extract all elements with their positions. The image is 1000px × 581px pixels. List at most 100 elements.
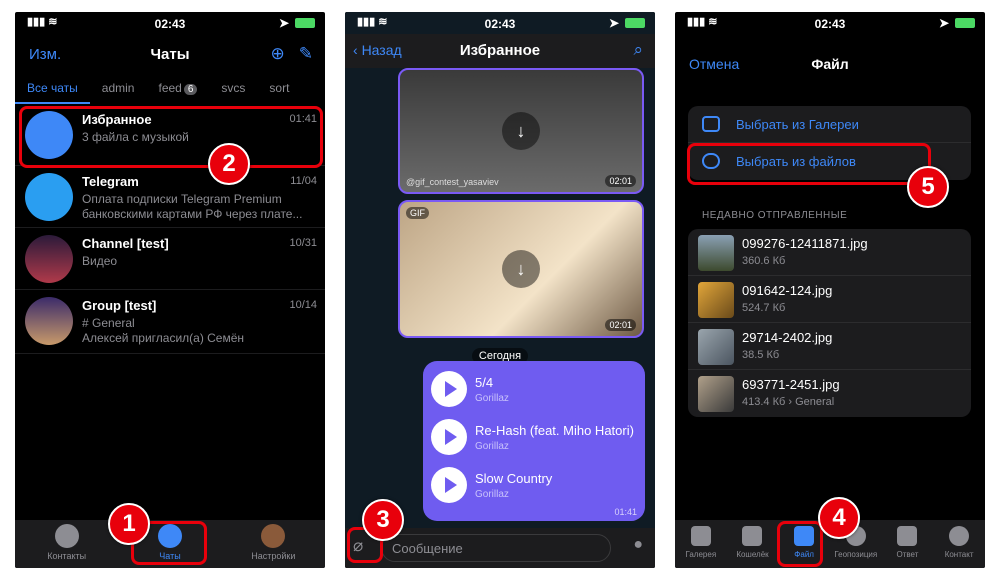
battery-icon — [625, 18, 645, 28]
chat-name: Group [test] — [82, 298, 157, 313]
play-icon[interactable] — [431, 419, 467, 455]
page-title: Избранное — [459, 42, 541, 59]
highlight-saved-chat — [19, 106, 323, 168]
attach-label: Галерея — [685, 550, 717, 559]
contact-icon — [949, 526, 970, 546]
audio-track[interactable]: 5/4 Gorillaz — [431, 371, 641, 411]
track-artist: Gorillaz — [475, 393, 509, 404]
step-marker: 3 — [362, 499, 404, 541]
chat-item-group[interactable]: Group [test] 10/14 # General Алексей при… — [15, 290, 325, 354]
media-message[interactable]: ↓ @gif_contest_yasaviev 02:01 — [398, 68, 644, 194]
chat-date: 10/14 — [289, 299, 317, 311]
download-icon[interactable]: ↓ — [502, 250, 540, 288]
header: Изм. Чаты ⊕ ✎ — [15, 42, 325, 72]
music-message: 5/4 Gorillaz Re-Hash (feat. Miho Hatori)… — [423, 361, 645, 521]
file-item[interactable]: 693771-2451.jpg 413.4 Кб › General — [688, 370, 971, 417]
phone-file-picker: ▮▮▮ ≋ 02:43 ➤ Отмена Файл Выбрать из Гал… — [675, 12, 985, 568]
attach-label: Ответ — [896, 550, 919, 559]
attach-gallery[interactable]: Галерея — [675, 520, 726, 568]
message-time: 02:01 — [605, 175, 636, 187]
page-title: Файл — [811, 56, 849, 72]
tab-feed-label: feed — [158, 81, 182, 95]
message-time: 02:01 — [605, 319, 636, 331]
file-item[interactable]: 091642-124.jpg 524.7 Кб — [688, 276, 971, 323]
chat-name: Channel [test] — [82, 236, 169, 251]
file-thumbnail — [698, 376, 734, 412]
status-bar: ▮▮▮ ≋ 02:43 ➤ — [15, 12, 325, 34]
file-item[interactable]: 29714-2402.jpg 38.5 Кб — [688, 323, 971, 370]
battery-icon — [955, 18, 975, 28]
phone-chats-list: ▮▮▮ ≋ 02:43 ➤ Изм. Чаты ⊕ ✎ Все чаты admi… — [15, 12, 325, 568]
message-input[interactable]: Сообщение — [381, 534, 611, 562]
tab-settings[interactable]: Настройки — [235, 520, 313, 568]
chat-item-channel[interactable]: Channel [test] 10/31 Видео — [15, 228, 325, 290]
play-icon[interactable] — [431, 371, 467, 407]
tab-sort[interactable]: sort — [257, 78, 301, 104]
menu-label: Выбрать из Галереи — [736, 117, 859, 132]
tab-admin[interactable]: admin — [90, 78, 147, 104]
attach-reply[interactable]: Ответ — [882, 520, 933, 568]
location-icon: ➤ — [938, 16, 949, 30]
unread-badge: 6 — [183, 84, 198, 95]
step-marker: 4 — [818, 497, 860, 539]
status-bar: ▮▮▮ ≋ 02:43 ➤ — [675, 12, 985, 34]
phone-saved-messages: ▮▮▮ ≋ 02:43 ➤ ‹ Назад Избранное ⌕ ↓ @gif… — [345, 12, 655, 568]
avatar — [25, 297, 73, 345]
track-title: Re-Hash (feat. Miho Hatori) — [475, 423, 634, 438]
chat-topic: # General — [82, 316, 135, 330]
message-time: 01:41 — [614, 507, 637, 517]
folder-tabs: Все чаты admin feed 6 svcs sort — [15, 78, 325, 104]
tab-svcs[interactable]: svcs — [209, 78, 257, 104]
tab-contacts[interactable]: Контакты — [28, 520, 106, 568]
compose-icon[interactable]: ✎ — [299, 44, 313, 64]
gif-badge: GIF — [406, 207, 429, 219]
highlight-file-tab — [777, 521, 823, 567]
reply-icon — [897, 526, 918, 546]
step-marker: 2 — [208, 143, 250, 185]
telegram-icon — [25, 173, 73, 221]
tab-feed[interactable]: feed 6 — [146, 78, 209, 104]
file-name: 099276-12411871.jpg — [742, 236, 868, 251]
recent-files-list: 099276-12411871.jpg 360.6 Кб 091642-124.… — [688, 229, 971, 417]
file-thumbnail — [698, 329, 734, 365]
location-icon: ➤ — [278, 16, 289, 30]
file-item[interactable]: 099276-12411871.jpg 360.6 Кб — [688, 229, 971, 276]
audio-track[interactable]: Re-Hash (feat. Miho Hatori) Gorillaz — [431, 419, 641, 459]
play-icon[interactable] — [431, 467, 467, 503]
tab-label: Настройки — [251, 551, 296, 561]
chat-date: 11/04 — [290, 175, 317, 187]
file-name: 091642-124.jpg — [742, 283, 833, 298]
attach-contact[interactable]: Контакт — [933, 520, 984, 568]
header: ‹ Назад Избранное ⌕ — [345, 34, 655, 68]
microphone-icon[interactable]: ● — [633, 536, 643, 554]
track-artist: Gorillaz — [475, 489, 509, 500]
attach-wallet[interactable]: Кошелёк — [727, 520, 778, 568]
file-size: 524.7 Кб — [742, 302, 786, 314]
location-icon: ➤ — [608, 16, 619, 30]
gif-message[interactable]: GIF ↓ 02:01 — [398, 200, 644, 338]
status-bar: ▮▮▮ ≋ 02:43 ➤ — [345, 12, 655, 34]
new-story-icon[interactable]: ⊕ — [271, 44, 285, 64]
chat-preview: Видео — [82, 254, 118, 268]
download-icon[interactable]: ↓ — [502, 112, 540, 150]
wallet-icon — [742, 526, 763, 546]
track-artist: Gorillaz — [475, 441, 509, 452]
avatar — [261, 524, 286, 548]
header: Отмена Файл — [675, 52, 985, 76]
attach-label: Контакт — [944, 550, 974, 559]
audio-track[interactable]: Slow Country Gorillaz — [431, 467, 641, 507]
image-icon — [702, 116, 720, 132]
tab-all-chats[interactable]: Все чаты — [15, 78, 90, 104]
search-icon[interactable]: ⌕ — [633, 40, 643, 60]
attach-label: Кошелёк — [736, 550, 769, 559]
file-size: 38.5 Кб — [742, 349, 780, 361]
chat-item-telegram[interactable]: Telegram 11/04 Оплата подписки Telegram … — [15, 166, 325, 228]
file-name: 693771-2451.jpg — [742, 377, 840, 392]
avatar — [25, 235, 73, 283]
attach-label: Геопозиция — [834, 550, 878, 559]
file-name: 29714-2402.jpg — [742, 330, 833, 345]
track-title: 5/4 — [475, 375, 494, 390]
step-marker: 1 — [108, 503, 150, 545]
choose-from-gallery[interactable]: Выбрать из Галереи — [688, 106, 971, 143]
file-thumbnail — [698, 235, 734, 271]
